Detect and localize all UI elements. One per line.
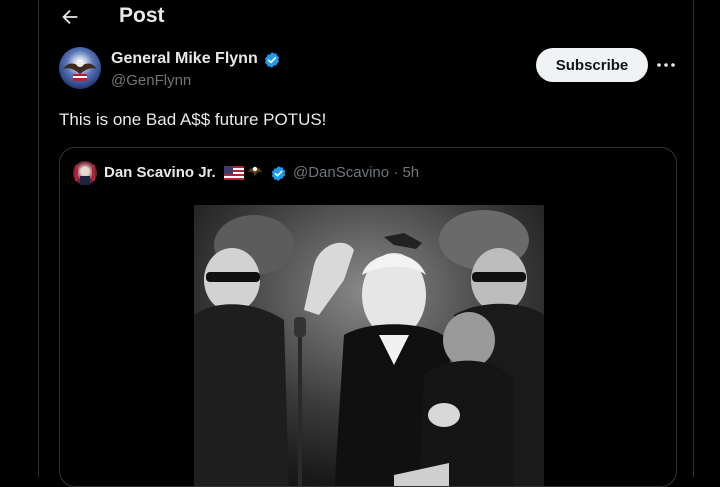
- post-column: Post General Mike Flynn @GenFlynn Subscr…: [38, 0, 695, 487]
- top-bar: Post: [39, 0, 695, 34]
- quote-handle-time[interactable]: @DanScavino · 5h: [293, 164, 419, 181]
- page-title: Post: [119, 4, 165, 27]
- quote-author-name[interactable]: Dan Scavino Jr.: [104, 164, 216, 181]
- verified-badge-icon: [264, 52, 280, 68]
- author-name[interactable]: General Mike Flynn: [111, 50, 258, 68]
- arrow-left-icon[interactable]: [59, 6, 81, 28]
- photo-illustration: [194, 205, 544, 486]
- more-horizontal-icon[interactable]: [656, 62, 676, 68]
- verified-badge-icon: [271, 166, 286, 181]
- author-handle[interactable]: @GenFlynn: [111, 72, 191, 89]
- subscribe-button[interactable]: Subscribe: [536, 48, 648, 82]
- quote-avatar[interactable]: [73, 161, 97, 185]
- eagle-icon: [248, 166, 262, 176]
- post-text: This is one Bad A$$ future POTUS!: [59, 110, 327, 129]
- avatar-image: [63, 59, 97, 81]
- avatar[interactable]: [59, 47, 101, 89]
- quote-avatar-image: [75, 165, 95, 185]
- quoted-post[interactable]: Dan Scavino Jr. @DanScavino · 5h: [59, 147, 677, 487]
- us-flag-icon: [224, 166, 244, 180]
- quote-media-image[interactable]: [194, 205, 544, 486]
